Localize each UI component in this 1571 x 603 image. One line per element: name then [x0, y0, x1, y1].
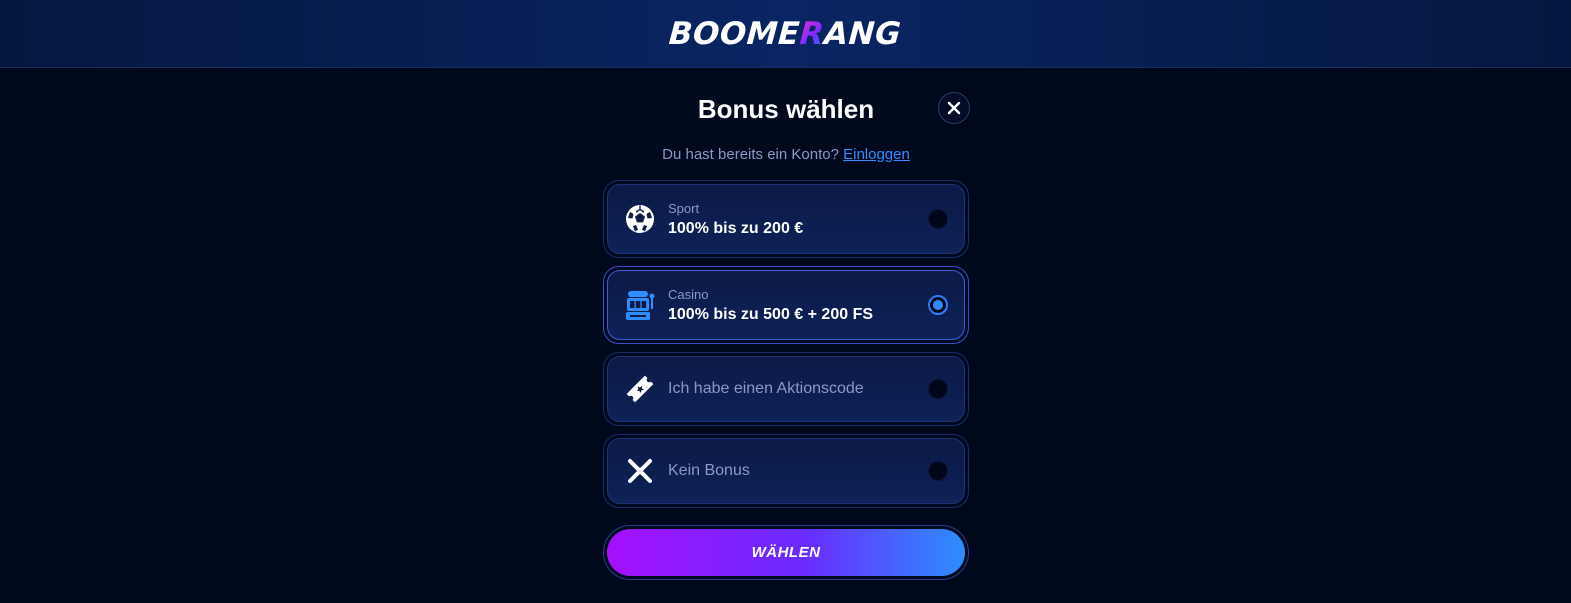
site-header: BOOME R ANG	[0, 0, 1571, 68]
close-button[interactable]	[938, 92, 970, 124]
radio-none[interactable]	[928, 461, 948, 481]
ticket-icon	[624, 373, 656, 405]
radio-promo-code[interactable]	[928, 379, 948, 399]
bonus-option-sport[interactable]: Sport 100% bis zu 200 €	[603, 180, 969, 258]
bonus-modal: Bonus wählen Du hast bereits ein Konto? …	[603, 68, 970, 603]
soccer-ball-icon	[624, 203, 656, 235]
close-icon	[947, 101, 961, 115]
boomerang-logo[interactable]: BOOME R ANG	[668, 16, 903, 52]
choose-bonus-button[interactable]: WÄHLEN	[607, 529, 965, 576]
logo-text-end: ANG	[823, 15, 903, 52]
bonus-option-casino[interactable]: Casino 100% bis zu 500 € + 200 FS	[603, 266, 969, 344]
option-category: Sport	[668, 201, 700, 216]
bonus-option-none[interactable]: Kein Bonus	[603, 434, 969, 508]
option-label: Ich habe einen Aktionscode	[668, 380, 864, 397]
login-prompt-text: Du hast bereits ein Konto?	[662, 146, 839, 163]
option-value: 100% bis zu 200 €	[668, 220, 804, 237]
radio-casino[interactable]	[928, 295, 948, 315]
bonus-option-promo-code[interactable]: Ich habe einen Aktionscode	[603, 352, 969, 426]
login-prompt: Du hast bereits ein Konto? Einloggen	[603, 146, 969, 163]
option-category: Casino	[668, 287, 709, 302]
radio-sport[interactable]	[928, 209, 948, 229]
slot-machine-icon	[624, 289, 656, 321]
modal-title: Bonus wählen	[697, 94, 875, 124]
x-icon	[624, 455, 656, 487]
login-link[interactable]: Einloggen	[843, 146, 910, 163]
logo-text-accent: R	[799, 15, 826, 52]
option-value: 100% bis zu 500 € + 200 FS	[668, 306, 874, 323]
logo-text-start: BOOME	[668, 15, 802, 52]
option-label: Kein Bonus	[668, 462, 750, 479]
submit-button-wrap: WÄHLEN	[603, 525, 969, 580]
